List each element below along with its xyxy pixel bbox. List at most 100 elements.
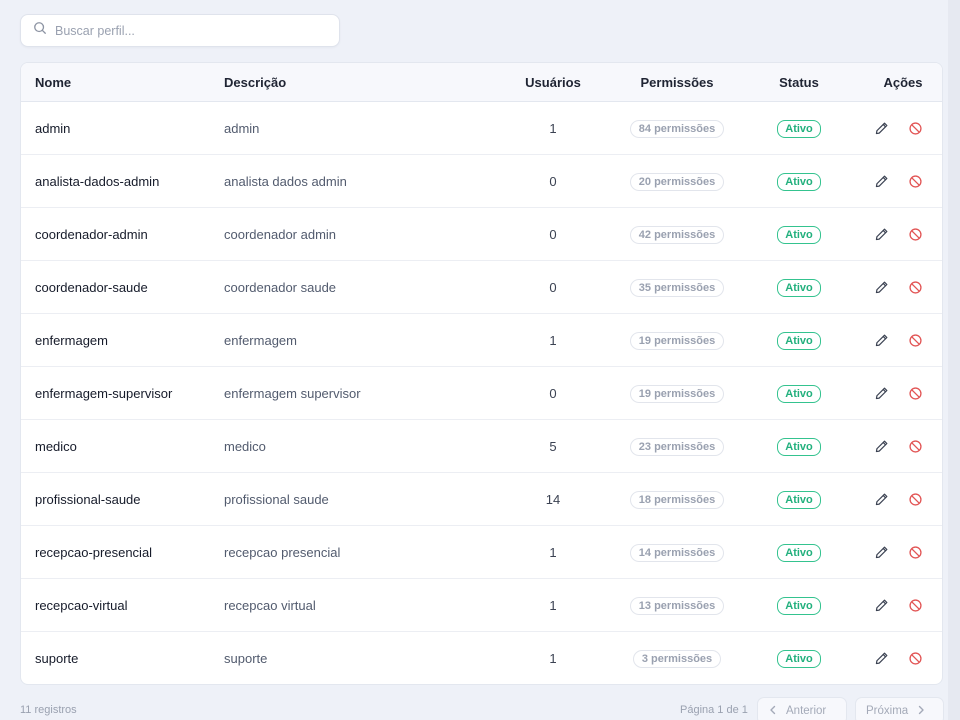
cell-acoes [867,526,937,579]
chevron-left-icon [768,705,778,718]
cell-descricao: enfermagem supervisor [224,386,361,401]
table-row[interactable]: recepcao-presencial recepcao presencial 1 1… [21,526,942,579]
ban-icon[interactable] [906,226,924,244]
column-header-usuarios[interactable]: Usuários [493,75,613,90]
status-badge: Ativo [777,225,821,244]
cell-permissoes: 13 permissões [617,579,737,632]
cell-usuarios: 1 [549,598,557,613]
pencil-icon[interactable] [872,120,890,138]
search-box[interactable] [20,14,340,47]
previous-page-label: Anterior [786,705,827,717]
cell-usuarios: 0 [549,174,557,189]
ban-icon[interactable] [906,332,924,350]
column-header-status[interactable]: Status [759,75,839,90]
cell-status: Ativo [759,208,839,261]
cell-acoes [867,473,937,526]
cell-descricao: analista dados admin [224,174,347,189]
pencil-icon[interactable] [872,385,890,403]
page-info: Página 1 de 1 [680,704,748,716]
cell-status: Ativo [759,420,839,473]
cell-descricao: enfermagem [224,333,297,348]
column-header-permissoes[interactable]: Permissões [617,75,737,90]
table-row[interactable]: profissional-saude profissional saude 14 18… [21,473,942,526]
cell-usuarios: 14 [545,492,561,507]
permissions-pill: 20 permissões [629,172,725,191]
table-row[interactable]: medico medico 5 23 permissões Ativo [21,420,942,473]
pencil-icon[interactable] [872,173,890,191]
cell-descricao: admin [224,121,260,136]
permissions-pill: 13 permissões [629,596,725,615]
table-row[interactable]: coordenador-admin coordenador admin 0 42 pe… [21,208,942,261]
cell-acoes [867,420,937,473]
next-page-button[interactable]: Próxima [855,697,944,720]
table-row[interactable]: admin admin 1 84 permissões Ativo [21,102,942,155]
ban-icon[interactable] [906,650,924,668]
cell-descricao: coordenador saude [224,280,337,295]
table-row[interactable]: analista-dados-admin analista dados admin… [21,155,942,208]
pencil-icon[interactable] [872,279,890,297]
status-badge: Ativo [777,649,821,668]
page-scrollbar-track [948,0,960,720]
column-header-descricao[interactable]: Descrição [224,75,286,90]
ban-icon[interactable] [906,438,924,456]
pencil-icon[interactable] [872,226,890,244]
ban-icon[interactable] [906,385,924,403]
cell-acoes [867,579,937,632]
column-header-nome[interactable]: Nome [35,75,71,90]
cell-acoes [867,261,937,314]
next-page-label: Próxima [866,705,909,717]
table-header: Nome Descrição Usuários Permissões Statu… [21,63,942,102]
cell-acoes [867,632,937,684]
cell-nome: suporte [35,651,79,666]
cell-permissoes: 23 permissões [617,420,737,473]
cell-usuarios: 5 [549,439,557,454]
cell-nome: coordenador-saude [35,280,148,295]
cell-status: Ativo [759,526,839,579]
cell-nome: admin [35,121,71,136]
table-row[interactable]: suporte suporte 1 3 permissões Ativo [21,632,942,684]
ban-icon[interactable] [906,279,924,297]
cell-usuarios: 1 [549,651,557,666]
ban-icon[interactable] [906,544,924,562]
cell-status: Ativo [759,314,839,367]
record-count: 11 registros [20,704,77,716]
cell-descricao: profissional saude [224,492,329,507]
column-header-acoes: Ações [883,74,923,90]
cell-nome: recepcao-virtual [35,598,128,613]
pencil-icon[interactable] [872,332,890,350]
cell-usuarios: 1 [549,121,557,136]
table-row[interactable]: coordenador-saude coordenador saude 0 35 pe… [21,261,942,314]
permissions-pill: 19 permissões [629,331,725,350]
pencil-icon[interactable] [872,650,890,668]
ban-icon[interactable] [906,491,924,509]
pencil-icon[interactable] [872,597,890,615]
status-badge: Ativo [777,543,821,562]
cell-nome: recepcao-presencial [35,545,153,560]
previous-page-button[interactable]: Anterior [757,697,847,720]
table-body: admin admin 1 84 permissões Ativo analista-da… [21,102,942,684]
cell-status: Ativo [759,473,839,526]
cell-acoes [867,208,937,261]
table-row[interactable]: enfermagem enfermagem 1 19 permissões Ativo [21,314,942,367]
pencil-icon[interactable] [872,491,890,509]
ban-icon[interactable] [906,120,924,138]
cell-permissoes: 42 permissões [617,208,737,261]
permissions-pill: 84 permissões [629,119,725,138]
cell-acoes [867,155,937,208]
cell-usuarios: 0 [549,280,557,295]
status-badge: Ativo [777,596,821,615]
profiles-table: Nome Descrição Usuários Permissões Statu… [20,62,943,685]
ban-icon[interactable] [906,173,924,191]
pencil-icon[interactable] [872,544,890,562]
cell-acoes [867,102,937,155]
cell-nome: medico [35,439,77,454]
cell-descricao: suporte [224,651,268,666]
pencil-icon[interactable] [872,438,890,456]
table-row[interactable]: enfermagem-supervisor enfermagem supervis… [21,367,942,420]
search-input[interactable] [55,23,325,38]
cell-descricao: recepcao presencial [224,545,341,560]
status-badge: Ativo [777,490,821,509]
table-row[interactable]: recepcao-virtual recepcao virtual 1 13 perm… [21,579,942,632]
ban-icon[interactable] [906,597,924,615]
cell-status: Ativo [759,155,839,208]
